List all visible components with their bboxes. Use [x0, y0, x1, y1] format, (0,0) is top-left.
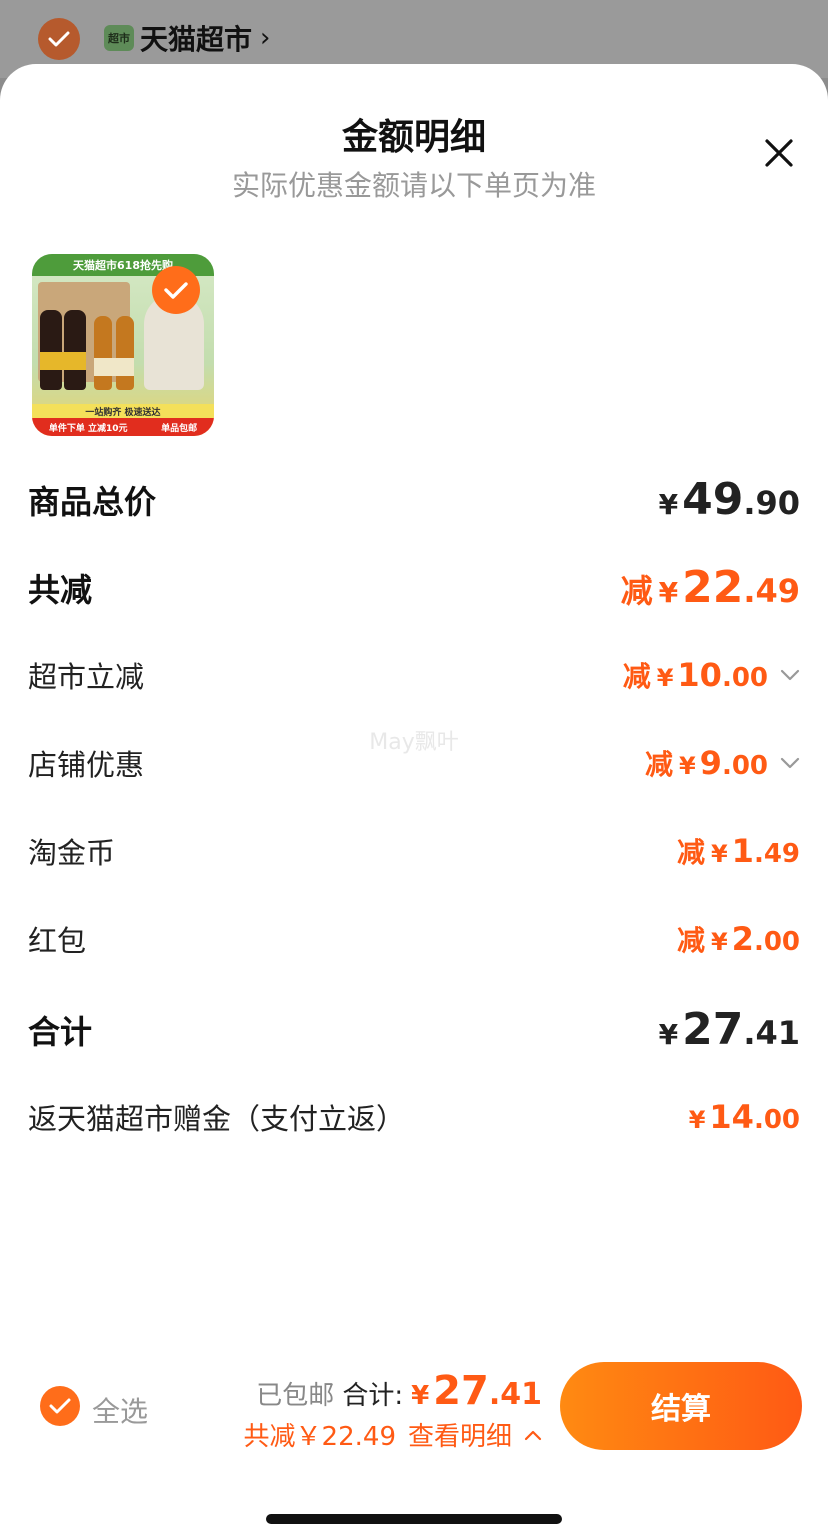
total-price-label: 商品总价: [28, 482, 157, 521]
checkout-button[interactable]: 结算: [560, 1362, 802, 1450]
yen-sign: ¥: [411, 1381, 430, 1411]
promo-left: 单件下单 立减10元: [48, 423, 128, 434]
amount-integer: 27: [433, 1368, 489, 1414]
footer-total-amount: ¥ 27 .41: [411, 1368, 542, 1414]
total-discount-amount: 减 ¥ 22 .49: [621, 562, 800, 613]
select-all-label[interactable]: 全选: [92, 1390, 148, 1430]
watermark: May飘叶: [369, 730, 459, 755]
amount-integer: 1: [731, 832, 754, 870]
amount-decimal: .00: [753, 1105, 800, 1135]
view-details-link[interactable]: 查看明细: [408, 1416, 512, 1453]
supermarket-discount-label: 超市立减: [28, 660, 145, 694]
bottle-label: [94, 358, 134, 376]
row-total-discount: 共减 减 ¥ 22 .49: [28, 562, 800, 613]
yen-sign: ¥: [678, 752, 696, 780]
chevron-right-icon: ›: [260, 23, 271, 53]
yen-sign: ¥: [710, 840, 728, 868]
amount-integer: 2: [731, 920, 754, 958]
yen-sign: ¥: [688, 1106, 706, 1134]
footer-discount[interactable]: 共减￥22.49 查看明细: [244, 1416, 542, 1453]
discount-prefix: 减: [620, 572, 653, 610]
amount-decimal: .49: [753, 839, 800, 869]
cooking-wine-bottle: [116, 316, 134, 390]
amount-detail-sheet: 金额明细 实际优惠金额请以下单页为准 天猫超市618抢先购 一站购齐 极速送达 …: [0, 64, 828, 1540]
amount-integer: 27: [682, 1004, 744, 1055]
promo-right: 单品包邮: [161, 423, 198, 434]
row-supermarket-discount[interactable]: 超市立减 减 ¥ 10 .00: [28, 654, 800, 696]
amount-integer: 22: [682, 562, 744, 613]
discount-prefix: 减: [676, 836, 705, 869]
rebate-label: 返天猫超市赠金（支付立返）: [28, 1102, 406, 1136]
soy-sauce-bottle: [40, 310, 62, 390]
rebate-amount: ¥ 14 .00: [689, 1098, 800, 1136]
select-all-check-icon[interactable]: [40, 1386, 80, 1426]
yen-sign: ¥: [710, 928, 728, 956]
amount-decimal: .49: [743, 572, 800, 610]
yen-sign: ¥: [658, 1018, 679, 1051]
amount-integer: 10: [677, 656, 722, 694]
amount-decimal: .00: [753, 927, 800, 957]
cooking-wine-bottle: [94, 316, 112, 390]
amount-decimal: .41: [488, 1377, 542, 1412]
product-check-icon[interactable]: [152, 266, 200, 314]
yen-sign: ¥: [656, 664, 674, 692]
yen-sign: ¥: [658, 576, 679, 609]
hongbao-label: 红包: [28, 924, 87, 958]
amount-decimal: .41: [743, 1014, 800, 1052]
footer-total-label: 合计:: [342, 1381, 404, 1411]
yen-sign: ¥: [658, 488, 679, 521]
soy-sauce-bottle: [64, 310, 86, 390]
taojinbi-label: 淘金币: [28, 836, 116, 870]
row-hongbao: 红包 减 ¥ 2 .00: [28, 918, 800, 960]
sheet-subtitle: 实际优惠金额请以下单页为准: [231, 169, 596, 202]
total-discount-label: 共减: [28, 570, 93, 609]
total-price-amount: ¥ 49 .90: [659, 474, 800, 525]
hongbao-amount: 减 ¥ 2 .00: [677, 919, 800, 959]
subtotal-label: 合计: [28, 1012, 93, 1051]
chevron-up-icon[interactable]: [524, 1429, 542, 1441]
store-link[interactable]: 超市 天猫超市 ›: [104, 18, 270, 58]
product-strip: 一站购齐 极速送达: [32, 404, 214, 418]
row-taojinbi: 淘金币 减 ¥ 1 .49: [28, 830, 800, 872]
footer-total: 已包邮 合计: ¥ 27 .41: [256, 1368, 542, 1414]
taojinbi-amount: 减 ¥ 1 .49: [677, 831, 800, 871]
chevron-down-icon[interactable]: [780, 668, 800, 682]
close-icon[interactable]: [758, 132, 800, 174]
product-promo: 单件下单 立减10元 单品包邮: [32, 418, 214, 436]
store-name: 天猫超市: [140, 23, 253, 56]
home-indicator[interactable]: [266, 1514, 562, 1524]
free-shipping-text: 已包邮: [256, 1381, 335, 1411]
discount-prefix: 减: [676, 924, 705, 957]
amount-integer: 14: [709, 1098, 754, 1136]
row-rebate: 返天猫超市赠金（支付立返） ¥ 14 .00: [28, 1096, 800, 1138]
chevron-down-icon[interactable]: [780, 756, 800, 770]
amount-decimal: .90: [743, 484, 800, 522]
tmall-supermarket-logo: 超市: [104, 25, 134, 51]
store-check-icon[interactable]: [38, 18, 80, 60]
bottle-label: [40, 352, 86, 370]
subtotal-amount: ¥ 27 .41: [659, 1004, 800, 1055]
sheet-title: 金额明细: [341, 117, 486, 158]
footer-discount-text: 共减￥22.49: [243, 1422, 396, 1452]
amount-integer: 49: [682, 474, 744, 525]
supermarket-discount-amount: 减 ¥ 10 .00: [623, 655, 800, 695]
row-subtotal: 合计 ¥ 27 .41: [28, 1004, 800, 1055]
amount-decimal: .00: [721, 663, 768, 693]
discount-prefix: 减: [622, 660, 651, 693]
row-total-price: 商品总价 ¥ 49 .90: [28, 474, 800, 525]
